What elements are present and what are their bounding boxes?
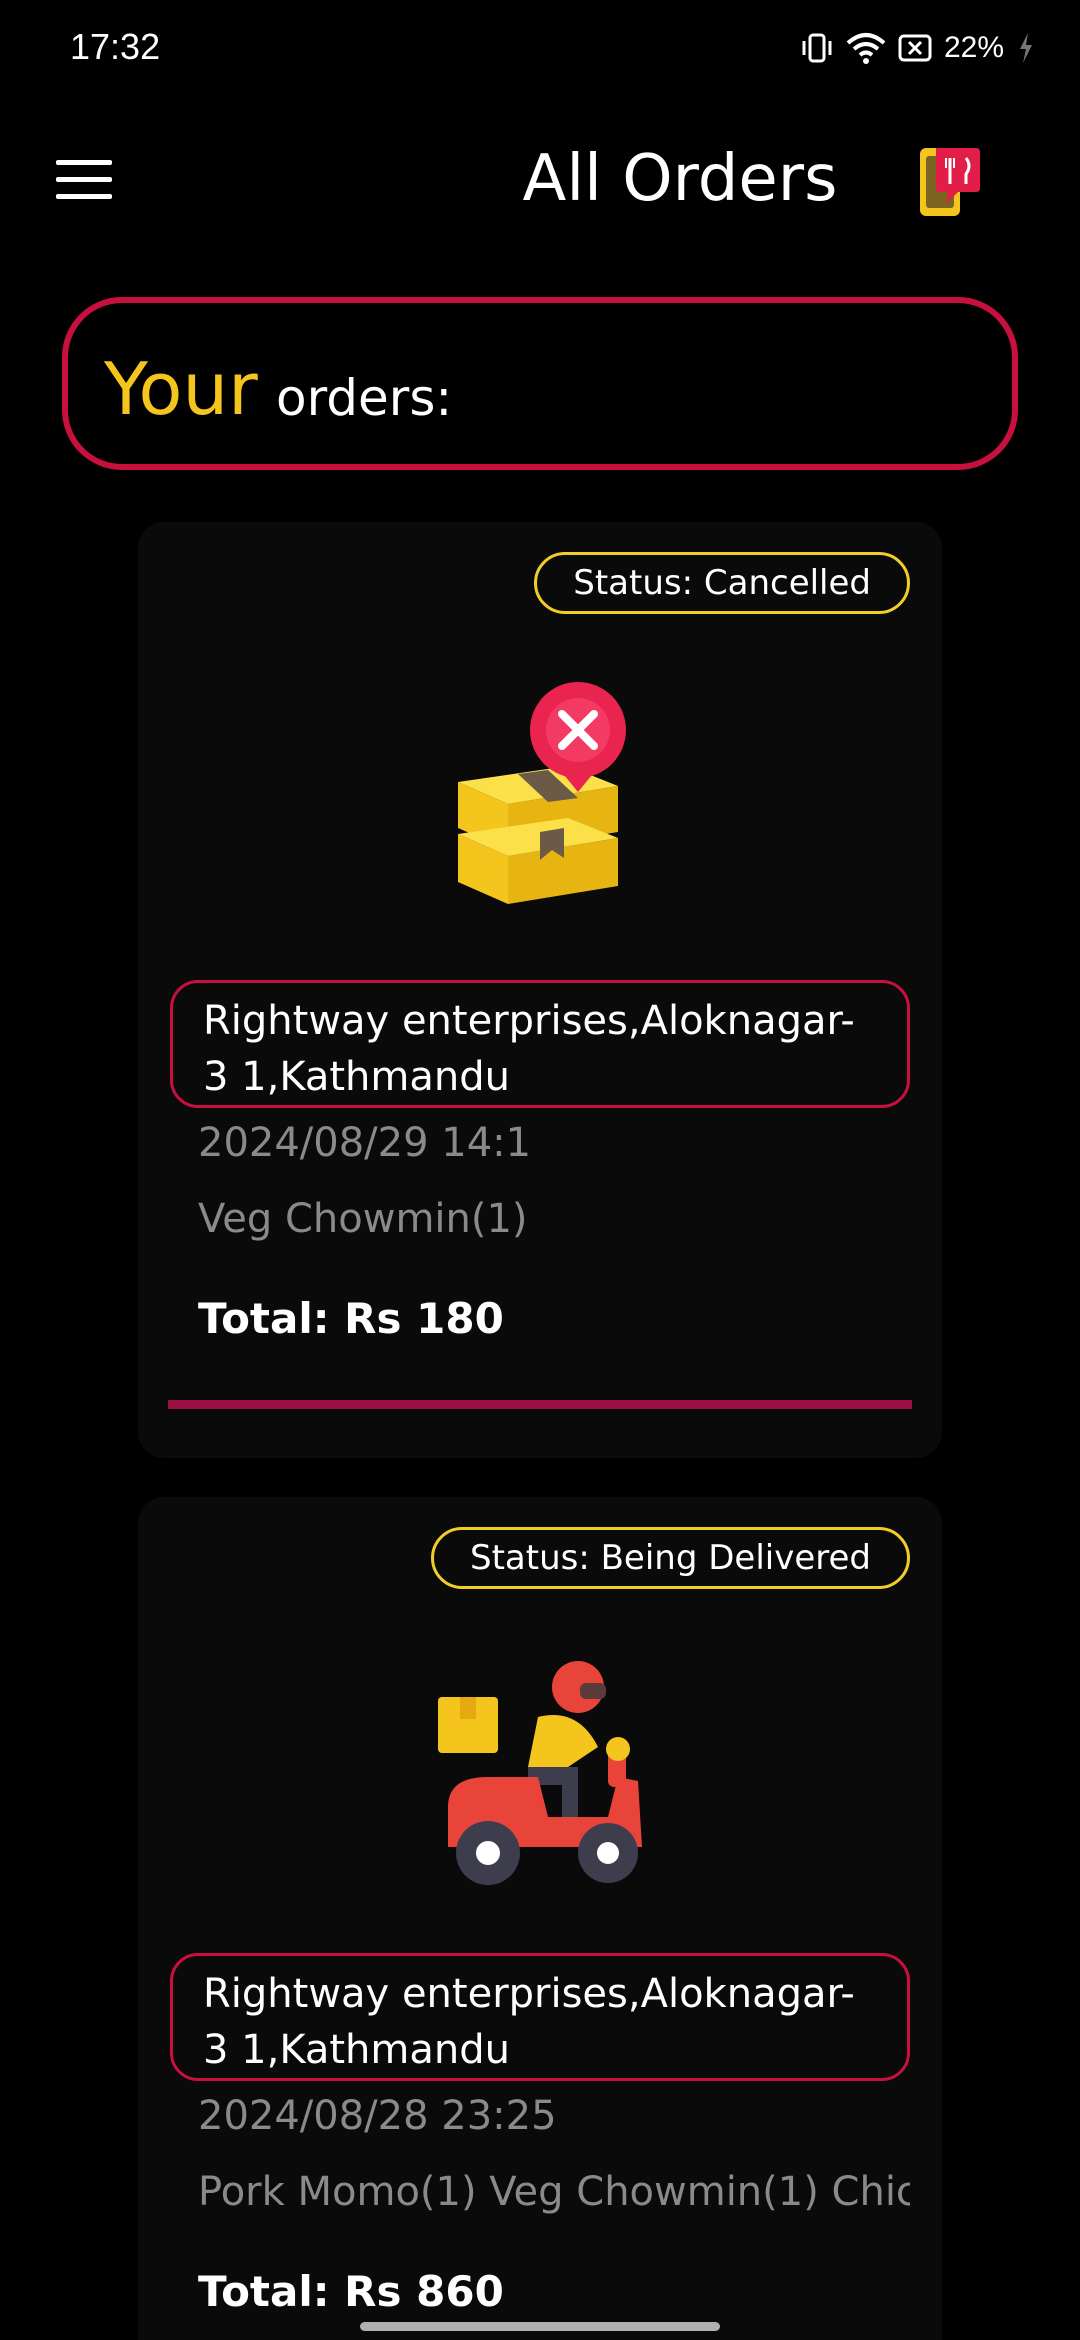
delivery-address: Rightway enterprises,Aloknagar-3 1,Kathm… (170, 1953, 910, 2081)
status-bar: 17:32 22% (0, 0, 1080, 96)
battery-icon (1020, 33, 1032, 63)
restaurant-app-logo-icon[interactable] (918, 144, 982, 220)
vibrate-icon (802, 33, 832, 63)
order-items: Pork Momo(1) Veg Chowmin(1) Chick (198, 2169, 910, 2215)
order-card[interactable]: Status: Being Delivered Rightway enterpr… (138, 1497, 942, 2340)
app-bar: All Orders (0, 110, 1080, 250)
status-badge: Status: Cancelled (534, 552, 910, 614)
orders-heading: Your orders: (62, 297, 1018, 470)
order-total: Total: Rs 860 (198, 2267, 504, 2316)
order-items: Veg Chowmin(1) (198, 1196, 528, 1242)
status-icons: 22% (800, 26, 1036, 70)
wifi-icon (846, 33, 886, 64)
order-date: 2024/08/28 23:25 (198, 2093, 557, 2139)
heading-your: Your (104, 347, 258, 431)
no-sim-icon (898, 34, 932, 62)
cancelled-package-icon (458, 682, 626, 904)
battery-level: 22% (943, 31, 1004, 64)
order-card[interactable]: Status: Cancelled Rightway enterprises,A… (138, 522, 942, 1458)
card-divider (168, 1400, 912, 1409)
heading-orders: orders: (276, 369, 453, 427)
delivery-address: Rightway enterprises,Aloknagar-3 1,Kathm… (170, 980, 910, 1108)
order-total: Total: Rs 180 (198, 1294, 504, 1343)
gesture-navigation-bar[interactable] (360, 2322, 720, 2331)
delivery-scooter-icon (438, 1661, 642, 1885)
status-badge: Status: Being Delivered (431, 1527, 910, 1589)
order-date: 2024/08/29 14:1 (198, 1120, 532, 1166)
status-time: 17:32 (70, 26, 161, 67)
